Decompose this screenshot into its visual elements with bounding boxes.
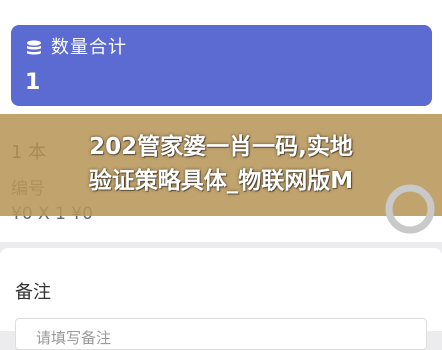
overlay-line-2: 验证策略具体_物联网版M <box>88 168 354 194</box>
overlay-headline: 202管家婆一肖一码,实地 验证策略具体_物联网版M <box>0 130 442 198</box>
notes-card: 备注 请填写备注 <box>0 248 442 350</box>
overlay-line-1: 202管家婆一肖一码,实地 <box>89 134 353 160</box>
summary-card: 数量合计 1 <box>0 0 442 118</box>
quantity-total-panel: 数量合计 1 <box>11 25 432 106</box>
quantity-total-value: 1 <box>25 70 41 95</box>
notes-input[interactable]: 请填写备注 <box>15 318 427 350</box>
database-stack-icon <box>27 40 41 55</box>
loading-spinner-icon <box>385 184 435 234</box>
notes-placeholder: 请填写备注 <box>36 329 112 347</box>
quantity-total-label: 数量合计 <box>51 37 127 58</box>
notes-label: 备注 <box>15 282 51 303</box>
